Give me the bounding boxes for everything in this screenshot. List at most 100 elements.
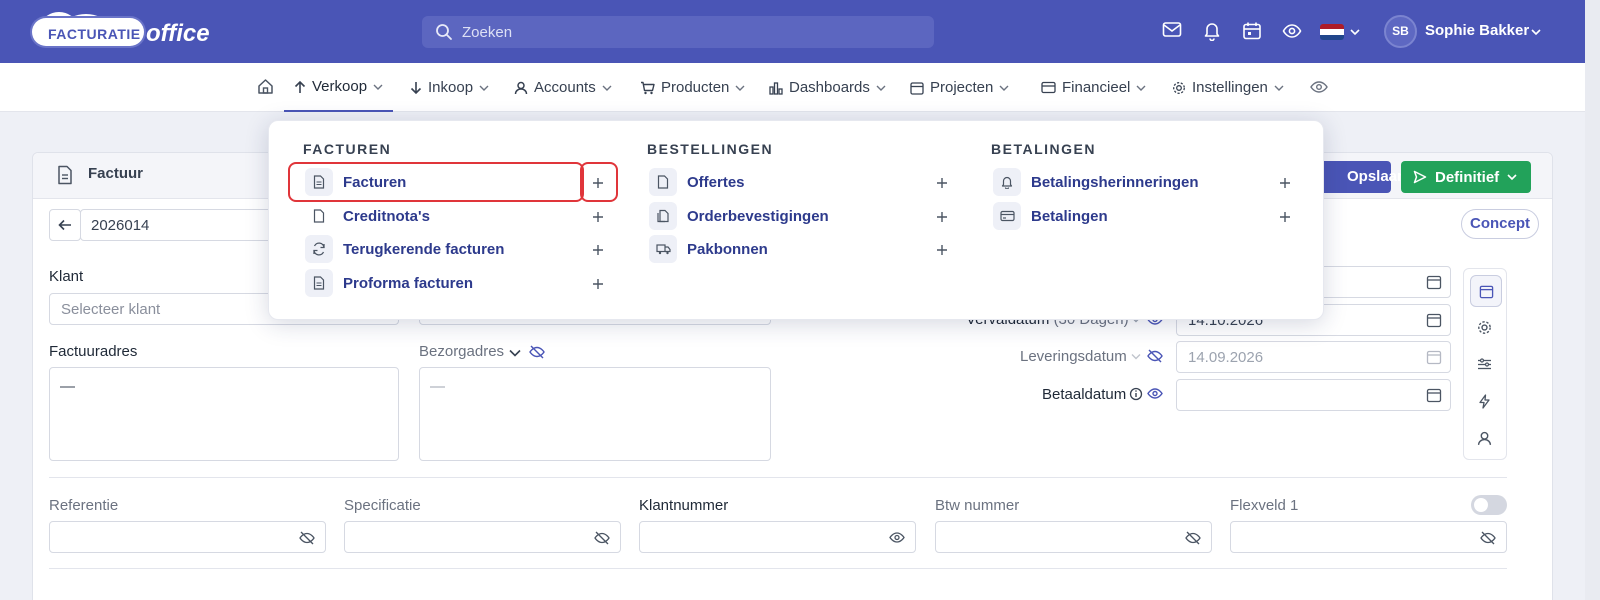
flex-field-input[interactable] bbox=[1230, 521, 1507, 553]
status-badge[interactable]: Concept bbox=[1461, 209, 1539, 239]
eye-off-icon[interactable] bbox=[299, 531, 315, 545]
delivery-address-value: — bbox=[430, 378, 445, 395]
calendar-icon[interactable] bbox=[1242, 21, 1262, 41]
nav-inkoop[interactable]: Inkoop bbox=[410, 63, 489, 112]
user-icon[interactable] bbox=[1477, 431, 1492, 446]
vat-number-field[interactable] bbox=[935, 521, 1212, 553]
nav-verkoop[interactable]: Verkoop bbox=[284, 63, 394, 112]
calendar-icon[interactable] bbox=[1426, 349, 1442, 365]
home-icon[interactable] bbox=[257, 78, 274, 95]
nav-accounts[interactable]: Accounts bbox=[514, 63, 612, 112]
menu-item-orderbevestigingen[interactable]: Orderbevestigingen bbox=[649, 201, 829, 231]
reference-field[interactable] bbox=[49, 521, 326, 553]
chevron-down-icon[interactable] bbox=[1531, 28, 1541, 36]
chevron-down-icon bbox=[1136, 85, 1146, 91]
add-pakbon-icon[interactable] bbox=[936, 244, 948, 256]
add-betaling-icon[interactable] bbox=[1279, 211, 1291, 223]
finalize-button[interactable]: Definitief bbox=[1401, 161, 1531, 193]
menu-item-offertes[interactable]: Offertes bbox=[649, 167, 745, 197]
menu-item-betalingen[interactable]: Betalingen bbox=[993, 201, 1108, 231]
nav-dashboards[interactable]: Dashboards bbox=[769, 63, 886, 112]
chevron-down-icon[interactable] bbox=[1350, 28, 1360, 36]
calendar-icon[interactable] bbox=[1426, 274, 1442, 290]
add-creditnota-icon[interactable] bbox=[592, 211, 604, 223]
menu-item-terugkerende-facturen[interactable]: Terugkerende facturen bbox=[305, 234, 504, 264]
vat-number-label: Btw nummer bbox=[935, 497, 1020, 514]
delivery-address-field[interactable]: — bbox=[419, 367, 771, 461]
global-search[interactable] bbox=[422, 16, 934, 48]
client-label: Klant bbox=[49, 268, 84, 285]
customer-number-field[interactable] bbox=[639, 521, 916, 553]
billing-address-field[interactable]: — bbox=[49, 367, 399, 461]
send-icon bbox=[1413, 170, 1427, 184]
chevron-down-icon[interactable] bbox=[509, 349, 521, 357]
nav-label: Accounts bbox=[534, 79, 596, 96]
menu-item-facturen[interactable]: Facturen bbox=[305, 167, 406, 197]
invoice-number-field[interactable]: 2026014 bbox=[80, 209, 300, 241]
arrow-up-icon bbox=[294, 80, 306, 93]
eye-icon[interactable] bbox=[1310, 79, 1328, 95]
add-orderbevestiging-icon[interactable] bbox=[936, 211, 948, 223]
calendar-icon bbox=[1479, 285, 1494, 299]
logo-text-office: office bbox=[146, 20, 210, 47]
payment-date-field[interactable] bbox=[1176, 379, 1451, 411]
chevron-down-icon bbox=[1274, 85, 1284, 91]
section-divider bbox=[49, 568, 1507, 569]
eye-icon[interactable] bbox=[1147, 387, 1163, 400]
add-offerte-icon[interactable] bbox=[936, 177, 948, 189]
avatar[interactable]: SB bbox=[1384, 15, 1417, 48]
language-flag-icon[interactable] bbox=[1320, 24, 1344, 40]
eye-off-icon[interactable] bbox=[1185, 531, 1201, 545]
delivery-date-field[interactable]: 14.09.2026 bbox=[1176, 341, 1451, 373]
bell-icon[interactable] bbox=[1203, 21, 1221, 41]
menu-item-proforma-facturen[interactable]: Proforma facturen bbox=[305, 268, 473, 298]
menu-item-creditnotas[interactable]: Creditnota's bbox=[305, 201, 430, 231]
document-icon bbox=[305, 168, 333, 196]
eye-off-icon[interactable] bbox=[1480, 531, 1496, 545]
menu-heading-facturen: FACTUREN bbox=[303, 141, 392, 157]
add-betalingsherinnering-icon[interactable] bbox=[1279, 177, 1291, 189]
app-logo[interactable]: FACTURATIE office bbox=[32, 12, 210, 50]
delivery-address-label: Bezorgadres bbox=[419, 343, 505, 360]
eye-off-icon[interactable] bbox=[529, 345, 545, 359]
reference-label: Referentie bbox=[49, 497, 119, 514]
truck-icon bbox=[649, 235, 677, 263]
info-icon[interactable] bbox=[1129, 387, 1143, 401]
add-terugkerende-factuur-icon[interactable] bbox=[592, 244, 604, 256]
previous-invoice-button[interactable] bbox=[49, 209, 81, 241]
eye-icon[interactable] bbox=[1282, 21, 1302, 41]
chevron-down-icon bbox=[602, 85, 612, 91]
logo-text: FACTURATIE bbox=[48, 26, 141, 42]
flex-field-label: Flexveld 1 bbox=[1230, 497, 1299, 514]
menu-item-pakbonnen[interactable]: Pakbonnen bbox=[649, 234, 768, 264]
gear-icon[interactable] bbox=[1477, 320, 1492, 335]
rail-calendar-button[interactable] bbox=[1470, 275, 1502, 307]
user-icon bbox=[514, 81, 528, 94]
mail-icon[interactable] bbox=[1162, 21, 1182, 39]
sliders-icon[interactable] bbox=[1477, 357, 1492, 372]
finalize-label: Definitief bbox=[1435, 168, 1500, 186]
menu-item-betalingsherinneringen[interactable]: Betalingsherinneringen bbox=[993, 167, 1199, 197]
search-input[interactable] bbox=[462, 16, 922, 48]
add-factuur-icon[interactable] bbox=[592, 177, 604, 189]
user-name[interactable]: Sophie Bakker bbox=[1425, 22, 1529, 39]
gear-icon bbox=[1173, 81, 1185, 94]
add-proforma-factuur-icon[interactable] bbox=[592, 278, 604, 290]
flex-field-toggle[interactable] bbox=[1471, 495, 1507, 515]
nav-instellingen[interactable]: Instellingen bbox=[1172, 63, 1284, 112]
calendar-icon[interactable] bbox=[1426, 312, 1442, 328]
chevron-down-icon[interactable] bbox=[1131, 353, 1141, 360]
verkoop-dropdown-menu: FACTUREN Facturen Creditnota's Terugkere… bbox=[268, 120, 1324, 320]
nav-producten[interactable]: Producten bbox=[640, 63, 745, 112]
document-icon bbox=[305, 269, 333, 297]
chevron-down-icon bbox=[1507, 174, 1517, 181]
calendar-icon[interactable] bbox=[1426, 387, 1442, 403]
eye-off-icon[interactable] bbox=[1147, 349, 1163, 363]
lightning-icon[interactable] bbox=[1477, 394, 1492, 409]
eye-off-icon[interactable] bbox=[594, 531, 610, 545]
nav-projecten[interactable]: Projecten bbox=[910, 63, 1009, 112]
nav-financieel[interactable]: Financieel bbox=[1041, 63, 1146, 112]
eye-icon[interactable] bbox=[889, 531, 905, 544]
specification-field[interactable] bbox=[344, 521, 621, 553]
page-scrollbar[interactable] bbox=[1585, 0, 1600, 600]
